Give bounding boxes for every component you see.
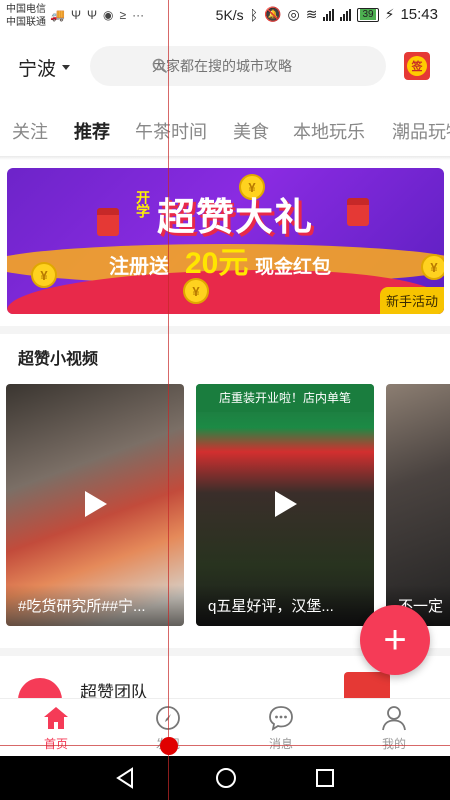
search-input[interactable] [152,58,362,74]
clock: 15:43 [400,6,438,23]
signal-icon-2 [340,8,352,21]
play-icon [85,491,107,517]
notification-icons: 🚚 Ψ Ψ ◉ ≥ ··· [50,8,144,22]
pointer-crosshair-vertical [168,0,169,800]
city-selector[interactable]: 宁波 [18,54,71,81]
carrier-1: 中国电信 [6,4,46,15]
checkin-icon: 签 [407,56,427,76]
banner-subtitle-suffix: 现金红包 [255,257,332,278]
tab-trendy[interactable]: 潮品玩物 [392,118,450,144]
promo-banner[interactable]: ¥ ¥ ¥ ¥ 开学 超赞大礼 注册送 20元 现金红包 新手活动 [7,168,444,314]
tab-food[interactable]: 美食 [233,118,269,144]
coin-icon: ¥ [421,254,444,280]
tab-follow[interactable]: 关注 [12,118,48,144]
video-caption: q五星好评，汉堡... [196,585,374,626]
red-envelope-icon [97,208,119,236]
message-icon [269,706,293,731]
videos-section-title: 超赞小视频 [18,351,99,368]
tab-afternoon-tea[interactable]: 午茶时间 [135,118,207,144]
tab-local-fun[interactable]: 本地玩乐 [293,118,365,144]
search-bar[interactable] [90,46,386,86]
system-indicators: 5K/s ᛒ 🔕 ◎ ≋ 39 ⚡ 15:43 [216,6,438,23]
coin-icon: ¥ [31,262,57,288]
nav-messages-label: 消息 [268,737,293,751]
banner-subtitle-prefix: 注册送 [109,256,169,278]
video-card[interactable]: #吃货研究所##宁... [6,384,184,626]
video-store-sign: 店重装开业啦！店内单笔 [196,384,374,412]
truck-icon: 🚚 [50,8,65,22]
newbie-activity-badge[interactable]: 新手活动 [379,287,444,314]
recents-icon[interactable] [314,766,336,790]
section-divider [0,326,450,334]
nav-profile-label: 我的 [381,737,406,751]
home-icon [44,707,68,729]
battery-icon: 39 [357,7,379,22]
charging-icon: ⚡ [384,6,395,22]
profile-icon [382,706,406,731]
more-icon: ··· [132,8,145,22]
video-card[interactable]: 店重装开业啦！店内单笔 q五星好评，汉堡... [196,384,374,626]
pointer-crosshair-horizontal [0,745,450,746]
category-tabs: 关注 推荐 午茶时间 美食 本地玩乐 潮品玩物 [0,108,450,152]
banner-tag: 开学 [135,190,151,218]
search-icon [152,58,168,74]
carrier-info: 中国电信 中国联通 [6,3,46,29]
banner-amount: 20元 [185,247,249,280]
carrier-2: 中国联通 [6,17,46,28]
status-bar: 中国电信 中国联通 🚚 Ψ Ψ ◉ ≥ ··· 5K/s ᛒ 🔕 ◎ ≋ 39 … [0,0,450,34]
mute-icon: 🔕 [264,6,282,22]
bluetooth-icon: ᛒ [249,6,259,23]
caret-down-icon [62,65,71,70]
home-circle-icon[interactable] [214,766,238,790]
red-envelope-icon [347,198,369,226]
nav-home-label: 首页 [43,737,68,751]
usb-icon: Ψ [70,8,81,22]
play-icon [275,491,297,517]
system-nav-bar [0,756,450,800]
touch-indicator [160,737,178,755]
signal-icon [323,8,335,21]
banner-title: 超赞大礼 [157,197,314,239]
top-header: 宁波 签 [0,44,450,88]
network-speed: 5K/s [215,6,244,23]
tab-recommend[interactable]: 推荐 [74,118,110,144]
app-icon: ≥ [119,8,127,22]
eye-icon: ◎ [287,6,300,22]
back-icon[interactable] [114,766,136,790]
city-name: 宁波 [18,59,57,80]
add-post-button[interactable]: + [360,605,430,675]
tabs-divider [0,156,450,160]
wifi-icon: ≋ [305,6,318,22]
bottom-nav: 首页 发现 消息 我的 [0,698,450,756]
video-card[interactable]: 不一定 [386,384,450,626]
weibo-icon: ◉ [103,8,114,22]
video-caption: #吃货研究所##宁... [6,585,184,626]
usb-icon: Ψ [86,8,98,22]
checkin-button[interactable]: 签 [404,52,430,80]
